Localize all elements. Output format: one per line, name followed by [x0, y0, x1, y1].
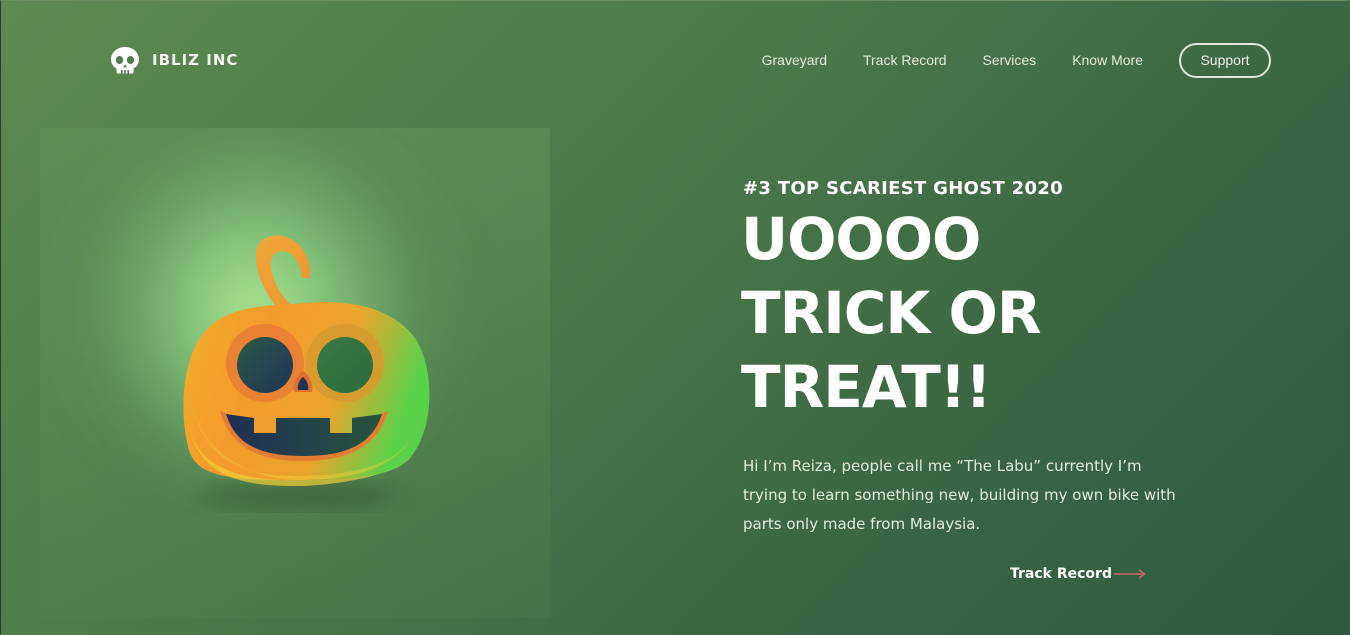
headline-line-1: UOOOO	[741, 205, 981, 273]
skull-icon	[111, 47, 139, 74]
nav-link-graveyard[interactable]: Graveyard	[762, 42, 827, 78]
brand-name: IBLIZ INC	[152, 51, 239, 69]
hero-illustration	[40, 118, 550, 618]
arrow-right-icon	[1113, 569, 1146, 579]
headline-line-2: TRICK OR	[741, 279, 1041, 347]
nav-link-track-record[interactable]: Track Record	[863, 42, 947, 78]
nav-link-services[interactable]: Services	[983, 42, 1037, 78]
hero-eyebrow: #3 TOP SCARIEST GHOST 2020	[743, 178, 1063, 199]
hero-intro: Hi I’m Reiza, people call me “The Labu” …	[743, 457, 1176, 533]
jack-o-lantern-icon	[60, 118, 460, 510]
cta-label: Track Record	[1010, 566, 1112, 582]
track-record-link[interactable]: Track Record	[1010, 566, 1146, 582]
headline-line-3: TREAT!!	[741, 353, 992, 421]
brand-logo[interactable]: IBLIZ INC	[110, 46, 238, 74]
hero-headline: UOOOO TRICK OR TREAT!!	[741, 202, 1041, 424]
support-button[interactable]: Support	[1179, 42, 1271, 78]
nav-link-know-more[interactable]: Know More	[1072, 42, 1143, 78]
main-nav: Graveyard Track Record Services Know Mor…	[762, 42, 1271, 78]
